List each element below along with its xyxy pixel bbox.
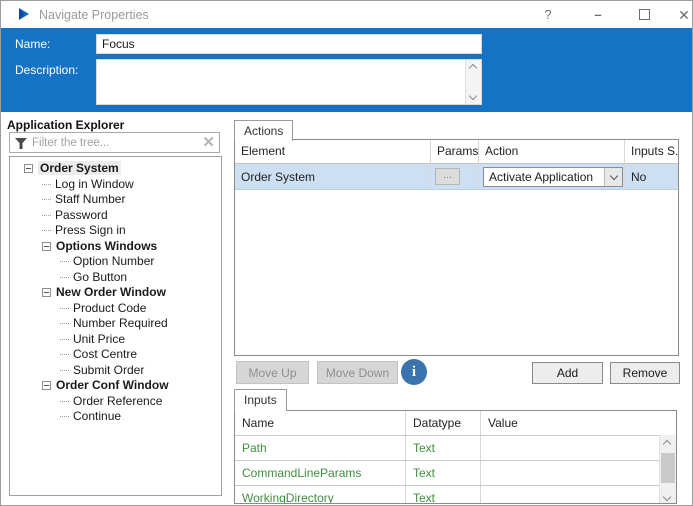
tree-item-unit-price[interactable]: Unit Price — [10, 332, 221, 348]
input-row-path[interactable]: Path Text — [235, 435, 676, 460]
tree-item-submit-order[interactable]: Submit Order — [10, 363, 221, 379]
scroll-up-icon[interactable] — [468, 63, 478, 73]
tree-item-continue[interactable]: Continue — [10, 409, 221, 425]
close-icon[interactable]: ✕ — [673, 6, 692, 24]
name-label: Name: — [15, 37, 51, 51]
tree-item-password[interactable]: Password — [10, 208, 221, 224]
tree-item-order-reference[interactable]: Order Reference — [10, 394, 221, 410]
description-field-wrap — [96, 59, 482, 105]
app-logo-icon — [17, 7, 31, 26]
filter-funnel-icon — [15, 137, 28, 155]
value-cell[interactable] — [480, 486, 676, 503]
title-bar: Navigate Properties ? – ✕ — [1, 1, 692, 28]
tree-item-number-required[interactable]: Number Required — [10, 316, 221, 332]
col-name: Name — [242, 416, 275, 430]
tree-item-cost-centre[interactable]: Cost Centre — [10, 347, 221, 363]
tree-item-staff-number[interactable]: Staff Number — [10, 192, 221, 208]
application-explorer-title: Application Explorer — [7, 118, 125, 132]
remove-button[interactable]: Remove — [610, 362, 680, 384]
name-field[interactable] — [96, 34, 482, 54]
input-row-workingdirectory[interactable]: WorkingDirectory Text — [235, 485, 676, 503]
col-action: Action — [478, 140, 624, 163]
tree-item-product-code[interactable]: Product Code — [10, 301, 221, 317]
collapse-icon[interactable] — [42, 288, 51, 297]
inputs-table: Name Datatype Value Path Text CommandLin… — [234, 410, 677, 504]
input-row-commandlineparams[interactable]: CommandLineParams Text — [235, 460, 676, 485]
scrollbar-thumb[interactable] — [661, 453, 675, 483]
tab-actions[interactable]: Actions — [234, 120, 294, 141]
info-icon[interactable]: i — [401, 359, 427, 385]
col-value: Value — [480, 411, 676, 435]
action-row-order-system[interactable]: Order System ... Activate Application No — [235, 164, 678, 190]
scroll-down-icon[interactable] — [662, 492, 672, 502]
maximize-icon[interactable] — [633, 6, 655, 24]
maximize-glyph — [638, 9, 650, 20]
minimize-icon[interactable]: – — [587, 6, 609, 24]
tree-item-log-in-window[interactable]: Log in Window — [10, 177, 221, 193]
properties-header: Name: Description: — [1, 28, 692, 112]
action-inputs-set-cell: No — [624, 164, 678, 189]
value-cell[interactable] — [480, 461, 676, 485]
add-button[interactable]: Add — [532, 362, 603, 384]
application-explorer-tree: Order System Log in Window Staff Number … — [9, 156, 222, 496]
tree-item-press-sign-in[interactable]: Press Sign in — [10, 223, 221, 239]
chevron-down-icon[interactable] — [604, 168, 622, 186]
tree-item-option-number[interactable]: Option Number — [10, 254, 221, 270]
params-button[interactable]: ... — [435, 168, 460, 185]
actions-table: Element Params Action Inputs S... Order … — [234, 139, 679, 356]
col-inputs-set: Inputs S... — [624, 140, 678, 163]
action-element-cell: Order System — [241, 170, 316, 184]
filter-clear-icon[interactable]: ✕ — [202, 133, 215, 151]
scroll-down-icon[interactable] — [468, 91, 478, 101]
action-dropdown[interactable]: Activate Application — [483, 167, 623, 187]
tree-item-order-system[interactable]: Order System — [10, 161, 221, 177]
col-element: Element — [241, 144, 286, 158]
tree-item-go-button[interactable]: Go Button — [10, 270, 221, 286]
help-icon[interactable]: ? — [537, 6, 559, 24]
window-title: Navigate Properties — [39, 8, 149, 22]
move-up-button[interactable]: Move Up — [236, 361, 309, 384]
tree-item-order-conf-window[interactable]: Order Conf Window — [10, 378, 221, 394]
inputs-scrollbar[interactable] — [659, 435, 676, 503]
filter-input[interactable] — [32, 134, 192, 151]
tree-item-new-order-window[interactable]: New Order Window — [10, 285, 221, 301]
tree-item-options-windows[interactable]: Options Windows — [10, 239, 221, 255]
description-scrollbar[interactable] — [465, 60, 481, 104]
col-params: Params — [430, 140, 478, 163]
actions-table-header: Element Params Action Inputs S... — [235, 140, 678, 164]
col-datatype: Datatype — [405, 411, 480, 435]
action-dropdown-value: Activate Application — [489, 170, 594, 184]
description-field[interactable] — [97, 60, 465, 104]
move-down-button[interactable]: Move Down — [317, 361, 398, 384]
tab-inputs[interactable]: Inputs — [234, 389, 287, 411]
scroll-up-icon[interactable] — [662, 439, 672, 449]
inputs-table-header: Name Datatype Value — [235, 411, 676, 435]
tree-filter-box: ✕ — [9, 132, 220, 153]
collapse-icon[interactable] — [24, 164, 33, 173]
navigate-properties-dialog: Navigate Properties ? – ✕ Name: Descript… — [0, 0, 693, 506]
description-label: Description: — [15, 63, 79, 77]
collapse-icon[interactable] — [42, 241, 51, 251]
collapse-icon[interactable] — [42, 381, 51, 390]
value-cell[interactable] — [480, 436, 676, 460]
